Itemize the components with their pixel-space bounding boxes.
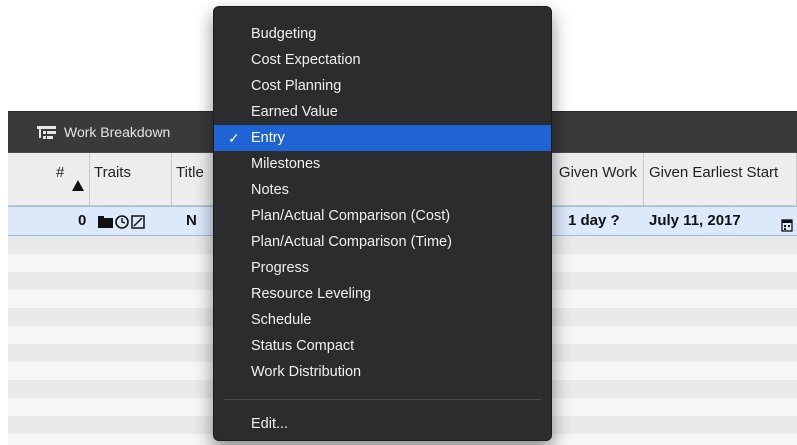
menu-item-plan-actual-time[interactable]: Plan/Actual Comparison (Time) xyxy=(214,229,551,255)
menu-item-label: Budgeting xyxy=(251,26,317,42)
menu-item-label: Notes xyxy=(251,182,289,198)
menu-item-label: Earned Value xyxy=(251,104,338,120)
menu-item-label: Cost Planning xyxy=(251,78,342,94)
row-given-work: 1 day ? xyxy=(568,212,620,229)
window-title: Work Breakdown xyxy=(64,124,171,140)
menu-item-cost-expectation[interactable]: Cost Expectation xyxy=(214,47,551,73)
column-header-traits[interactable]: Traits xyxy=(90,153,172,206)
menu-item-status-compact[interactable]: Status Compact xyxy=(214,333,551,359)
row-given-earliest-start: July 11, 2017 xyxy=(649,212,741,229)
work-breakdown-icon xyxy=(36,125,58,141)
note-icon xyxy=(131,215,145,229)
column-header-label: # xyxy=(56,164,65,181)
menu-item-resource-leveling[interactable]: Resource Leveling xyxy=(214,281,551,307)
menu-item-label: Work Distribution xyxy=(251,364,362,380)
menu-item-label: Edit... xyxy=(251,416,289,432)
menu-item-label: Status Compact xyxy=(251,338,355,354)
column-header-label: Traits xyxy=(94,164,131,181)
menu-item-work-distribution[interactable]: Work Distribution xyxy=(214,359,551,385)
menu-item-label: Milestones xyxy=(251,156,321,172)
menu-item-entry[interactable]: ✓ Entry xyxy=(214,125,551,151)
column-header-label: Given Work xyxy=(558,164,637,181)
column-header-label: Title xyxy=(176,164,204,181)
row-title: N xyxy=(186,212,197,229)
column-header-given-earliest-start[interactable]: Given Earliest Start xyxy=(644,153,797,206)
menu-item-label: Cost Expectation xyxy=(251,52,361,68)
folder-icon xyxy=(98,216,113,228)
menu-item-notes[interactable]: Notes xyxy=(214,177,551,203)
column-header-given-work[interactable]: Given Work xyxy=(544,153,644,206)
menu-item-milestones[interactable]: Milestones xyxy=(214,151,551,177)
menu-item-label: Plan/Actual Comparison (Time) xyxy=(251,234,452,250)
menu-item-earned-value[interactable]: Earned Value xyxy=(214,99,551,125)
calendar-icon[interactable] xyxy=(781,214,793,232)
column-header-label: Given Earliest Start xyxy=(649,164,779,181)
sort-ascending-icon xyxy=(72,180,84,191)
menu-item-edit[interactable]: Edit... xyxy=(214,411,551,437)
row-traits xyxy=(97,214,151,230)
menu-item-label: Plan/Actual Comparison (Cost) xyxy=(251,208,451,224)
menu-item-plan-actual-cost[interactable]: Plan/Actual Comparison (Cost) xyxy=(214,203,551,229)
menu-item-schedule[interactable]: Schedule xyxy=(214,307,551,333)
checkmark-icon: ✓ xyxy=(228,130,240,146)
menu-item-label: Entry xyxy=(251,130,285,146)
menu-item-progress[interactable]: Progress xyxy=(214,255,551,281)
menu-item-label: Resource Leveling xyxy=(251,286,372,302)
menu-item-label: Schedule xyxy=(251,312,312,328)
clock-icon xyxy=(115,215,129,229)
menu-item-cost-planning[interactable]: Cost Planning xyxy=(214,73,551,99)
row-number: 0 xyxy=(78,212,87,229)
menu-item-budgeting[interactable]: Budgeting xyxy=(214,21,551,47)
menu-item-label: Progress xyxy=(251,260,310,276)
view-selector-menu: Budgeting Cost Expectation Cost Planning… xyxy=(213,6,552,441)
menu-separator xyxy=(224,399,541,400)
